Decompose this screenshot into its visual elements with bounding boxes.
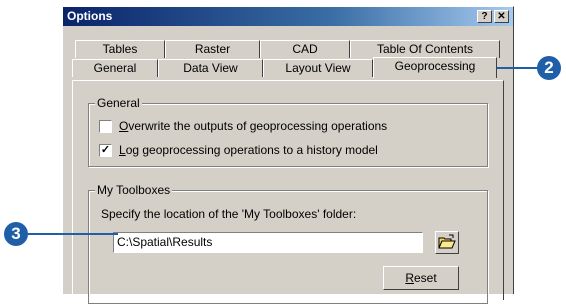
tab-data-view[interactable]: Data View bbox=[158, 59, 263, 77]
reset-button[interactable]: Reset bbox=[383, 266, 459, 290]
callout-2: 2 bbox=[537, 56, 561, 80]
overwrite-label[interactable]: Overwrite the outputs of geoprocessing o… bbox=[119, 119, 387, 133]
help-button[interactable]: ? bbox=[477, 10, 492, 23]
options-dialog: Options ? ✕ Tables Raster CAD Table Of C… bbox=[62, 6, 514, 304]
tab-table-of-contents[interactable]: Table Of Contents bbox=[350, 40, 500, 58]
folder-open-icon bbox=[438, 234, 456, 249]
log-history-label[interactable]: Log geoprocessing operations to a histor… bbox=[119, 143, 378, 157]
callout-3-line bbox=[28, 233, 118, 235]
tab-general[interactable]: General bbox=[72, 59, 158, 77]
window-title: Options bbox=[67, 9, 113, 23]
tab-raster[interactable]: Raster bbox=[165, 40, 260, 58]
toolboxes-instruction: Specify the location of the 'My Toolboxe… bbox=[101, 207, 357, 221]
close-button[interactable]: ✕ bbox=[494, 10, 509, 23]
title-bar: Options ? ✕ bbox=[63, 7, 513, 26]
tab-geoprocessing[interactable]: Geoprocessing bbox=[373, 57, 497, 78]
general-group-legend: General bbox=[95, 96, 142, 110]
geoprocessing-panel: General Overwrite the outputs of geoproc… bbox=[72, 80, 504, 304]
overwrite-checkbox[interactable] bbox=[99, 120, 112, 133]
general-group: General Overwrite the outputs of geoproc… bbox=[88, 96, 488, 167]
toolbox-path-input[interactable]: C:\Spatial\Results bbox=[113, 232, 423, 253]
tab-cad[interactable]: CAD bbox=[260, 40, 350, 58]
log-history-checkbox[interactable]: ✓ bbox=[99, 144, 112, 157]
my-toolboxes-group: My Toolboxes Specify the location of the… bbox=[88, 183, 488, 304]
browse-folder-button[interactable] bbox=[435, 231, 459, 254]
tab-layout-view[interactable]: Layout View bbox=[263, 59, 373, 77]
my-toolboxes-legend: My Toolboxes bbox=[95, 183, 173, 197]
tab-tables[interactable]: Tables bbox=[75, 40, 165, 58]
callout-3: 3 bbox=[4, 222, 28, 246]
